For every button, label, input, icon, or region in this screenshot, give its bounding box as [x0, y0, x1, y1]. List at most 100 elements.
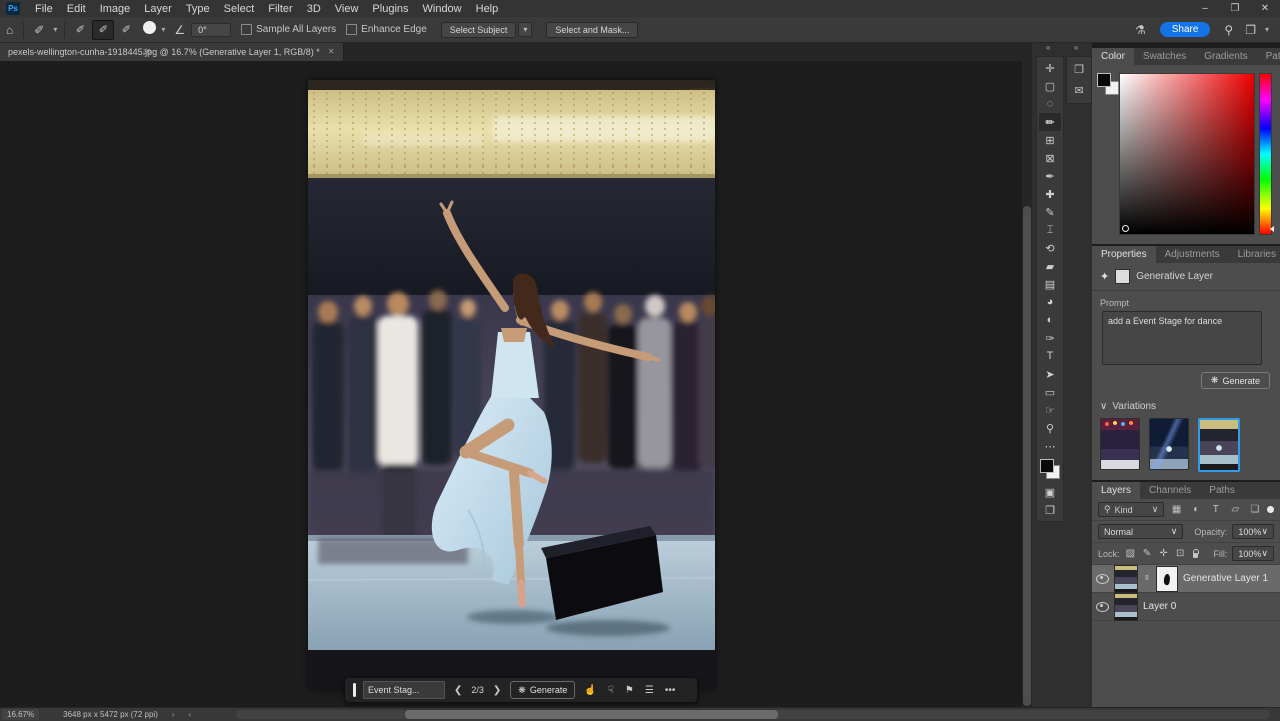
document-image[interactable]: [308, 80, 715, 690]
hand-tool[interactable]: ☞: [1039, 401, 1061, 419]
horizontal-scrollbar-thumb[interactable]: [405, 710, 778, 719]
layer-thumbnail[interactable]: [1114, 593, 1138, 621]
menu-view[interactable]: View: [328, 3, 366, 15]
lock-artboard-icon[interactable]: ⊡: [1174, 548, 1186, 559]
taskbar-drag-handle[interactable]: [353, 683, 356, 697]
menu-type[interactable]: Type: [179, 3, 217, 15]
layer-row-layer-0[interactable]: Layer 0: [1092, 593, 1280, 621]
thumbs-down-icon[interactable]: ☟: [606, 685, 616, 696]
layer-filter-kind-dropdown[interactable]: ⚲ Kind ∨: [1098, 502, 1164, 517]
tab-swatches[interactable]: Swatches: [1134, 48, 1195, 65]
taskbar-generate-button[interactable]: ❋ Generate: [510, 681, 575, 699]
contextual-taskbar[interactable]: Event Stag... ❮ 2/3 ❯ ❋ Generate ☝ ☟ ⚑ ☰…: [344, 677, 698, 703]
chevron-down-icon[interactable]: ▾: [1262, 25, 1272, 34]
variation-thumbnail-2[interactable]: [1149, 418, 1189, 470]
chevron-down-icon[interactable]: ▾: [50, 25, 60, 34]
variation-thumbnail-3-selected[interactable]: [1198, 418, 1240, 472]
restore-button[interactable]: ❐: [1220, 0, 1250, 17]
canvas-area[interactable]: [0, 61, 1032, 707]
move-tool[interactable]: ✛: [1039, 59, 1061, 77]
more-options-icon[interactable]: •••: [663, 685, 678, 696]
mask-link-icon[interactable]: ∞: [1143, 575, 1152, 583]
photoshop-logo-icon[interactable]: Ps: [6, 2, 20, 15]
filter-type-layers-icon[interactable]: T: [1209, 504, 1224, 515]
screen-mode-button[interactable]: ❐: [1039, 501, 1061, 519]
variations-chevron-icon[interactable]: ∨: [1100, 401, 1107, 412]
saturation-brightness-field[interactable]: [1119, 73, 1255, 235]
filter-pixel-layers-icon[interactable]: ▦: [1169, 504, 1184, 515]
tab-libraries[interactable]: Libraries: [1229, 246, 1280, 263]
fill-value[interactable]: 100% ∨: [1232, 546, 1274, 561]
collapse-dock-icon[interactable]: «: [1074, 43, 1077, 52]
tab-gradients[interactable]: Gradients: [1195, 48, 1256, 65]
hue-slider[interactable]: [1259, 73, 1272, 235]
lock-image-pixels-icon[interactable]: ✎: [1141, 548, 1153, 559]
previous-variation-icon[interactable]: ❮: [452, 685, 464, 696]
close-tab-icon[interactable]: ✕: [328, 47, 335, 56]
spot-healing-tool[interactable]: ✚: [1039, 185, 1061, 203]
menu-select[interactable]: Select: [217, 3, 262, 15]
selection-brush-tool[interactable]: ✏: [1039, 113, 1061, 131]
eraser-tool[interactable]: ▰: [1039, 257, 1061, 275]
menu-3d[interactable]: 3D: [300, 3, 328, 15]
tab-patterns[interactable]: Patterns: [1257, 48, 1280, 65]
tool-preset-icon[interactable]: ✐: [28, 23, 50, 37]
menu-layer[interactable]: Layer: [137, 3, 179, 15]
taskbar-prompt-input[interactable]: Event Stag...: [363, 681, 445, 699]
menu-edit[interactable]: Edit: [60, 3, 93, 15]
menu-help[interactable]: Help: [469, 3, 506, 15]
vertical-scrollbar-thumb[interactable]: [1023, 206, 1031, 706]
subtract-selection-mode-button[interactable]: ✐: [116, 21, 136, 39]
layer-name[interactable]: Generative Layer 1: [1183, 573, 1268, 584]
menu-window[interactable]: Window: [416, 3, 469, 15]
filter-adjustment-layers-icon[interactable]: ◐: [1189, 504, 1204, 515]
variation-thumbnail-1[interactable]: [1100, 418, 1140, 470]
history-panel-icon[interactable]: ❒: [1074, 63, 1084, 76]
status-options-arrow-icon[interactable]: ›: [172, 710, 175, 719]
taskbar-properties-icon[interactable]: ☰: [643, 685, 656, 696]
document-tab[interactable]: pexels-wellington-cunha-1918445.jpg @ 16…: [0, 42, 344, 61]
hue-slider-marker[interactable]: [1270, 226, 1274, 232]
zoom-tool[interactable]: ⚲: [1039, 419, 1061, 437]
lasso-tool[interactable]: ◌: [1039, 95, 1061, 113]
collapse-toolbar-icon[interactable]: «: [1046, 43, 1049, 52]
layer-mask-thumbnail[interactable]: [1156, 566, 1178, 592]
color-field-cursor[interactable]: [1122, 225, 1129, 232]
report-flag-icon[interactable]: ⚑: [623, 685, 636, 696]
filter-shape-layers-icon[interactable]: ▱: [1228, 504, 1243, 515]
technology-previews-icon[interactable]: ⚗: [1129, 23, 1152, 37]
tab-layers[interactable]: Layers: [1092, 482, 1140, 499]
layer-name[interactable]: Layer 0: [1143, 601, 1176, 612]
layer-visibility-eye-icon[interactable]: [1096, 574, 1109, 584]
blend-mode-dropdown[interactable]: Normal ∨: [1098, 524, 1183, 539]
new-selection-mode-button[interactable]: ✐: [70, 21, 90, 39]
layer-filter-toggle[interactable]: [1267, 506, 1274, 513]
chevron-down-icon[interactable]: ▾: [158, 25, 168, 34]
blur-tool[interactable]: ◕: [1039, 293, 1061, 311]
tab-properties[interactable]: Properties: [1092, 246, 1156, 263]
brush-size-preview[interactable]: [143, 21, 156, 34]
comments-panel-icon[interactable]: ✉: [1074, 84, 1083, 97]
sample-all-layers-checkbox[interactable]: [241, 24, 252, 35]
gradient-tool[interactable]: ▤: [1039, 275, 1061, 293]
eyedropper-tool[interactable]: ✒: [1039, 167, 1061, 185]
lock-position-icon[interactable]: ✛: [1158, 548, 1170, 559]
lock-all-icon[interactable]: [1193, 553, 1198, 558]
quick-mask-button[interactable]: ▣: [1039, 483, 1061, 501]
menu-image[interactable]: Image: [93, 3, 138, 15]
type-tool[interactable]: T: [1039, 347, 1061, 365]
search-icon[interactable]: ⚲: [1218, 23, 1239, 37]
pen-tool[interactable]: ✑: [1039, 329, 1061, 347]
menu-plugins[interactable]: Plugins: [365, 3, 415, 15]
history-brush-tool[interactable]: ⟲: [1039, 239, 1061, 257]
frame-tool[interactable]: ⊠: [1039, 149, 1061, 167]
home-icon[interactable]: ⌂: [0, 23, 19, 37]
tab-color[interactable]: Color: [1092, 48, 1134, 65]
brush-tool[interactable]: ✎: [1039, 203, 1061, 221]
menu-file[interactable]: File: [28, 3, 60, 15]
lock-transparent-pixels-icon[interactable]: ▨: [1125, 548, 1137, 559]
clone-stamp-tool[interactable]: ⌶: [1039, 221, 1061, 239]
crop-tool[interactable]: ⊞: [1039, 131, 1061, 149]
layer-thumbnail[interactable]: [1114, 565, 1138, 593]
next-variation-icon[interactable]: ❯: [491, 685, 503, 696]
